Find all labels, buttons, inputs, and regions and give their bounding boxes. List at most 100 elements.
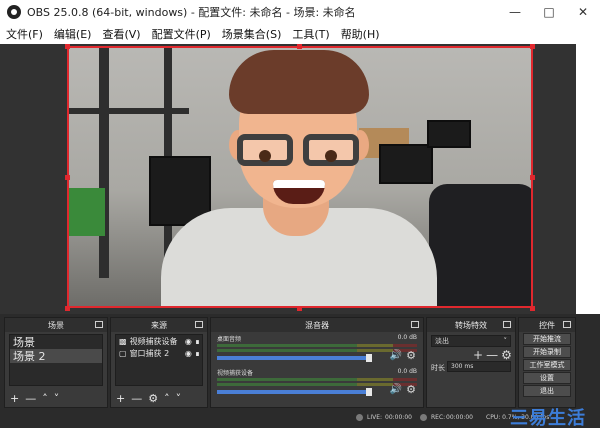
menu-profile[interactable]: 配置文件(P) — [152, 26, 211, 42]
mixer-dock-header: 混音器 — [211, 318, 423, 332]
window-icon: ▢ — [119, 348, 127, 358]
speaker-icon[interactable]: 🔊 — [390, 384, 402, 395]
add-icon[interactable]: + — [116, 392, 125, 405]
obs-logo-icon — [7, 5, 21, 19]
close-icon[interactable]: ✕ — [566, 0, 600, 24]
menu-scene-collection[interactable]: 场景集合(S) — [222, 26, 282, 42]
resize-handle[interactable] — [530, 44, 535, 49]
desktop-edge — [576, 44, 600, 314]
resize-handle[interactable] — [65, 306, 70, 311]
volume-meter — [217, 383, 417, 386]
menu-edit[interactable]: 编辑(E) — [54, 26, 92, 42]
move-up-icon[interactable]: ˄ — [42, 392, 48, 405]
scene-item[interactable]: 场景 2 — [10, 349, 102, 363]
lock-icon[interactable]: ∎ — [195, 337, 200, 346]
source-label: 视频捕获设备 — [129, 336, 178, 346]
visibility-eye-icon[interactable]: ◉ — [185, 337, 192, 346]
rec-label: REC: — [431, 414, 446, 421]
watermark: 三易生活 — [510, 408, 586, 428]
resize-handle[interactable] — [65, 175, 70, 180]
start-streaming-button[interactable]: 开始推流 — [523, 333, 571, 345]
add-icon[interactable]: + — [10, 392, 19, 405]
popout-icon[interactable] — [563, 321, 571, 328]
scenes-dock-title: 场景 — [48, 320, 64, 330]
studio-mode-button[interactable]: 工作室模式 — [523, 359, 571, 371]
remove-icon[interactable]: — — [486, 348, 498, 362]
slider-handle[interactable] — [366, 354, 372, 362]
resize-handle[interactable] — [65, 44, 70, 49]
mixer-track: 桌面音频 0.0 dB 🔊 ⚙ — [215, 334, 419, 370]
source-item[interactable]: ▩ 视频捕获设备 ◉ ∎ — [116, 335, 202, 347]
rec-time: 00:00:00 — [446, 414, 473, 421]
scene-item[interactable]: 场景 — [10, 335, 102, 349]
transition-type: 淡出 — [435, 337, 449, 345]
menu-bar: 文件(F) 编辑(E) 查看(V) 配置文件(P) 场景集合(S) 工具(T) … — [0, 24, 600, 44]
menu-file[interactable]: 文件(F) — [6, 26, 43, 42]
transition-tools: + — ⚙ — [473, 348, 512, 362]
chevron-down-icon: ˅ — [503, 337, 508, 345]
live-time: 00:00:00 — [385, 414, 412, 421]
minimize-icon[interactable]: — — [498, 0, 532, 24]
scene-list: 场景 场景 2 — [9, 334, 103, 386]
move-down-icon[interactable]: ˅ — [176, 392, 182, 405]
menu-tools[interactable]: 工具(T) — [292, 26, 329, 42]
gear-icon[interactable]: ⚙ — [501, 348, 512, 362]
remove-icon[interactable]: — — [25, 392, 36, 405]
scenes-toolbar: + — ˄ ˅ — [10, 392, 59, 405]
menu-view[interactable]: 查看(V) — [102, 26, 140, 42]
lock-icon[interactable]: ∎ — [195, 349, 200, 358]
controls-dock-title: 控件 — [539, 320, 555, 330]
rec-indicator-icon — [420, 414, 427, 421]
avatar-hair — [229, 50, 369, 114]
popout-icon[interactable] — [503, 321, 511, 328]
add-icon[interactable]: + — [473, 348, 483, 362]
gear-icon[interactable]: ⚙ — [406, 383, 416, 396]
duration-label: 时长 — [431, 364, 445, 372]
duration-field[interactable]: 300 ms — [447, 361, 511, 372]
visibility-eye-icon[interactable]: ◉ — [185, 349, 192, 358]
popout-icon[interactable] — [95, 321, 103, 328]
settings-button[interactable]: 设置 — [523, 372, 571, 384]
office-chair — [429, 184, 531, 306]
slider-handle[interactable] — [366, 388, 372, 396]
speaker-icon[interactable]: 🔊 — [390, 350, 402, 361]
controls-dock-header: 控件 — [519, 318, 575, 332]
volume-meter — [217, 378, 417, 381]
video-capture-source[interactable] — [67, 46, 533, 308]
green-box — [69, 188, 105, 236]
exit-button[interactable]: 退出 — [523, 385, 571, 397]
maximize-icon[interactable]: □ — [532, 0, 566, 24]
move-up-icon[interactable]: ˄ — [164, 392, 170, 405]
scenes-dock-header: 场景 — [5, 318, 107, 332]
duration-value: 300 ms — [451, 363, 474, 370]
window-title: OBS 25.0.8 (64-bit, windows) - 配置文件: 未命名… — [27, 6, 356, 19]
volume-slider[interactable] — [217, 390, 370, 394]
start-recording-button[interactable]: 开始录制 — [523, 346, 571, 358]
source-item[interactable]: ▢ 窗口捕获 2 ◉ ∎ — [116, 347, 202, 359]
gear-icon[interactable]: ⚙ — [148, 392, 158, 405]
remove-icon[interactable]: — — [131, 392, 142, 405]
track-db: 0.0 dB — [397, 368, 417, 375]
live-indicator-icon — [356, 414, 363, 421]
resize-handle[interactable] — [530, 306, 535, 311]
transitions-dock-header: 转场特效 — [427, 318, 515, 332]
transition-select[interactable]: 淡出 ˅ — [431, 335, 511, 347]
scenes-dock: 场景 场景 场景 2 + — ˄ ˅ — [4, 317, 108, 408]
menu-help[interactable]: 帮助(H) — [341, 26, 380, 42]
track-name: 桌面音频 — [217, 336, 242, 343]
sources-dock: 来源 ▩ 视频捕获设备 ◉ ∎ ▢ 窗口捕获 2 ◉ ∎ + — ⚙ ˄ ˅ — [110, 317, 208, 408]
controls-dock: 控件 开始推流 开始录制 工作室模式 设置 退出 — [518, 317, 576, 408]
shelf-post — [99, 48, 109, 278]
track-name: 视频捕获设备 — [217, 370, 254, 377]
resize-handle[interactable] — [530, 175, 535, 180]
resize-handle[interactable] — [297, 44, 302, 49]
gear-icon[interactable]: ⚙ — [406, 349, 416, 362]
volume-slider[interactable] — [217, 356, 370, 360]
background-monitor — [427, 120, 471, 148]
source-list: ▩ 视频捕获设备 ◉ ∎ ▢ 窗口捕获 2 ◉ ∎ — [115, 334, 203, 386]
move-down-icon[interactable]: ˅ — [54, 392, 60, 405]
resize-handle[interactable] — [297, 306, 302, 311]
popout-icon[interactable] — [195, 321, 203, 328]
popout-icon[interactable] — [411, 321, 419, 328]
preview-area[interactable] — [0, 44, 600, 314]
